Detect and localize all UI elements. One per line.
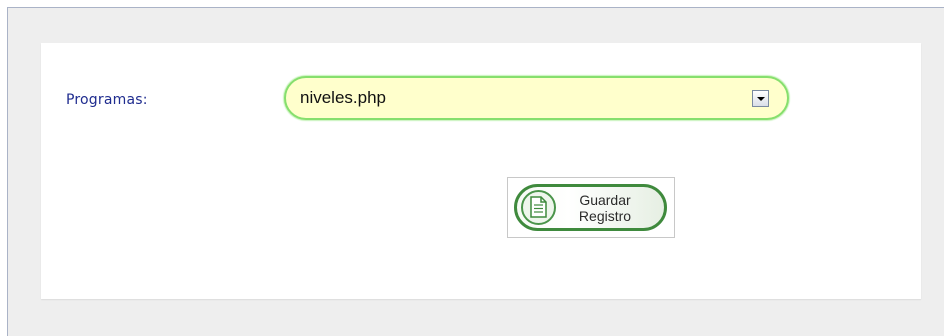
save-record-button[interactable]: Guardar Registro bbox=[507, 177, 675, 238]
save-record-label: Guardar Registro bbox=[570, 192, 640, 224]
programs-select[interactable]: niveles.php bbox=[284, 76, 789, 120]
save-record-pill[interactable]: Guardar Registro bbox=[514, 184, 667, 231]
document-icon bbox=[521, 190, 556, 225]
programs-select-value: niveles.php bbox=[300, 88, 387, 107]
programs-label: Programas: bbox=[66, 92, 148, 108]
save-record-label-line1: Guardar bbox=[579, 192, 631, 208]
programs-label-colon: : bbox=[142, 92, 148, 108]
programs-label-text: Programas bbox=[66, 92, 143, 108]
chevron-down-icon[interactable] bbox=[752, 90, 769, 107]
save-record-label-line2: Registro bbox=[578, 208, 632, 224]
